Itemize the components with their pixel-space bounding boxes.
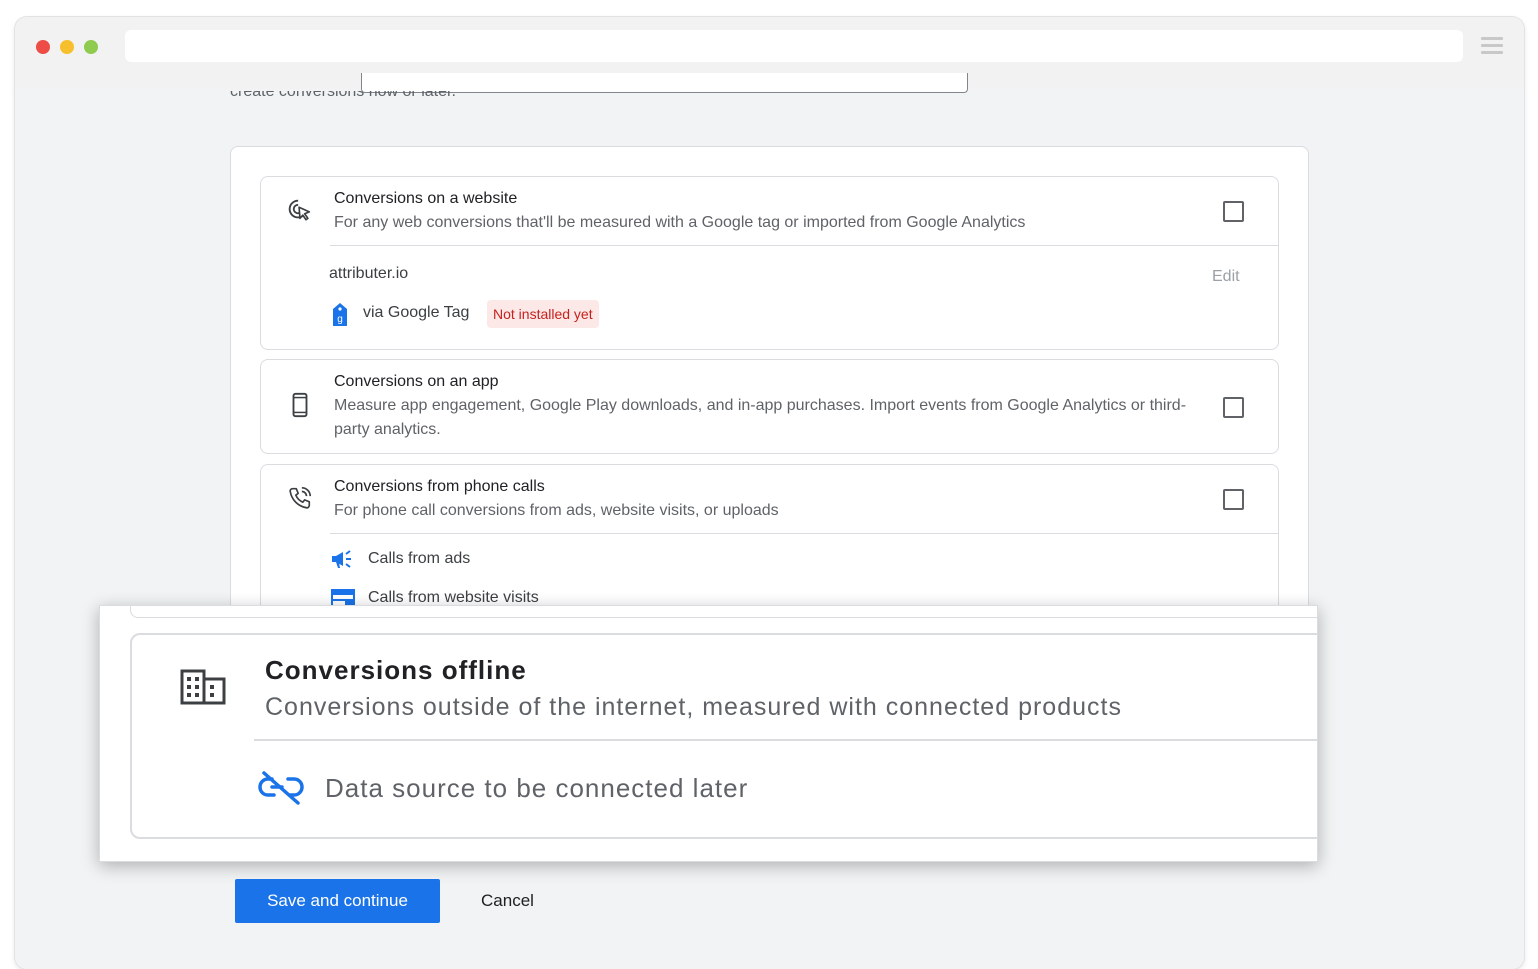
- card-title: Conversions from phone calls: [334, 478, 545, 495]
- svg-text:g: g: [337, 314, 343, 325]
- cursor-click-icon: [288, 199, 311, 221]
- smartphone-icon: [292, 392, 308, 418]
- website-checkbox[interactable]: [1223, 201, 1244, 222]
- maximize-window-button[interactable]: [84, 40, 98, 54]
- data-source-label: Data source to be connected later: [325, 773, 749, 803]
- minimize-window-button[interactable]: [60, 40, 74, 54]
- website-domain: attributer.io: [329, 265, 409, 282]
- save-and-continue-button[interactable]: Save and continue: [235, 879, 440, 923]
- edit-link[interactable]: Edit: [1212, 268, 1240, 286]
- phone-call-icon: [289, 486, 312, 509]
- card-description: For any web conversions that'll be measu…: [334, 214, 1026, 231]
- building-icon: [180, 669, 226, 705]
- address-bar[interactable]: [125, 30, 1463, 62]
- google-tag-icon: g: [333, 303, 347, 326]
- phone-checkbox[interactable]: [1223, 489, 1244, 510]
- close-window-button[interactable]: [36, 40, 50, 54]
- link-off-icon: [258, 771, 304, 805]
- conversion-goals-panel: Conversions on a website For any web con…: [230, 146, 1309, 616]
- divider: [330, 245, 1278, 246]
- card-description: Measure app engagement, Google Play down…: [334, 397, 1187, 438]
- divider: [254, 739, 1317, 741]
- text-input-partial[interactable]: [361, 73, 968, 93]
- intro-text: create conversions now or later.: [230, 91, 456, 100]
- source-label: via Google Tag: [363, 304, 470, 321]
- list-item-label: Calls from ads: [368, 550, 471, 567]
- browser-window: create conversions now or later. Convers…: [15, 17, 1524, 969]
- hamburger-menu-icon[interactable]: [1481, 37, 1503, 55]
- card-description: For phone call conversions from ads, web…: [334, 502, 779, 519]
- offline-conversion-card: Conversions offline Conversions outside …: [130, 633, 1317, 839]
- offline-conversions-callout: Conversions offline Conversions outside …: [99, 605, 1318, 862]
- website-conversion-card: Conversions on a website For any web con…: [260, 176, 1279, 350]
- card-title: Conversions offline: [265, 655, 527, 685]
- megaphone-icon: [332, 550, 351, 568]
- card-description: Conversions outside of the internet, mea…: [265, 693, 1122, 721]
- app-conversion-card: Conversions on an app Measure app engage…: [260, 359, 1279, 454]
- cancel-button[interactable]: Cancel: [465, 879, 550, 923]
- page-content: create conversions now or later. Convers…: [15, 73, 1524, 969]
- phone-conversion-card: Conversions from phone calls For phone c…: [260, 464, 1279, 615]
- divider: [330, 533, 1278, 534]
- status-badge: Not installed yet: [487, 300, 599, 328]
- card-title: Conversions on a website: [334, 190, 518, 207]
- app-checkbox[interactable]: [1223, 397, 1244, 418]
- card-title: Conversions on an app: [334, 373, 499, 390]
- card-edge: [130, 606, 1317, 618]
